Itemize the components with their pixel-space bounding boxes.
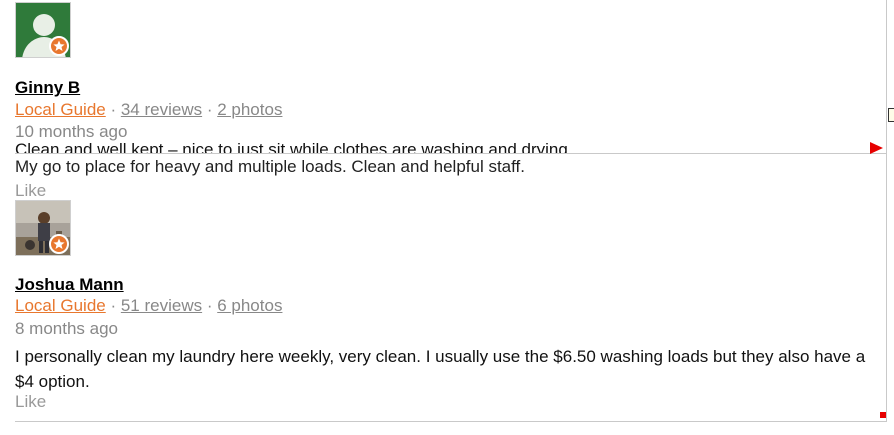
review-time: 10 months ago bbox=[15, 122, 128, 141]
reviewer-meta: Local Guide · 51 reviews · 6 photos bbox=[15, 296, 282, 316]
reviewer-meta: Local Guide · 34 reviews · 2 photos bbox=[15, 100, 282, 120]
panel-bottom-divider bbox=[15, 421, 887, 422]
meta-separator: · bbox=[105, 296, 121, 315]
red-marker-icon bbox=[870, 142, 883, 154]
avatar[interactable] bbox=[15, 2, 71, 58]
photo-count-link[interactable]: 6 photos bbox=[217, 296, 282, 315]
panel-border bbox=[886, 0, 887, 422]
review-text: I personally clean my laundry here weekl… bbox=[15, 347, 866, 391]
photo-count-link[interactable]: 2 photos bbox=[217, 100, 282, 119]
review-count-link[interactable]: 51 reviews bbox=[121, 296, 202, 315]
avatar[interactable] bbox=[15, 200, 71, 256]
overlay-top-divider bbox=[15, 153, 887, 154]
edge-tooltip-box bbox=[888, 108, 894, 122]
red-marker-icon bbox=[880, 412, 886, 418]
local-guide-link[interactable]: Local Guide bbox=[15, 100, 106, 119]
review-text-clipped: Clean and well kept – nice to just sit w… bbox=[15, 140, 568, 153]
meta-separator: · bbox=[202, 296, 218, 315]
local-guide-link[interactable]: Local Guide bbox=[15, 296, 106, 315]
meta-separator: · bbox=[105, 100, 121, 119]
like-button[interactable]: Like bbox=[15, 181, 46, 201]
reviewer-name[interactable]: Ginny B bbox=[15, 78, 80, 98]
review-card: Ginny B Local Guide · 34 reviews · 2 pho… bbox=[15, 2, 282, 141]
local-guide-star-icon bbox=[49, 36, 69, 56]
review-time: 8 months ago bbox=[15, 319, 119, 338]
review-card: Joshua Mann Local Guide · 51 reviews · 6… bbox=[15, 200, 282, 338]
review-text: My go to place for heavy and multiple lo… bbox=[15, 157, 525, 176]
meta-separator: · bbox=[202, 100, 218, 119]
reviewer-name[interactable]: Joshua Mann bbox=[15, 275, 124, 295]
local-guide-star-icon bbox=[49, 234, 69, 254]
like-button[interactable]: Like bbox=[15, 392, 46, 412]
review-count-link[interactable]: 34 reviews bbox=[121, 100, 202, 119]
